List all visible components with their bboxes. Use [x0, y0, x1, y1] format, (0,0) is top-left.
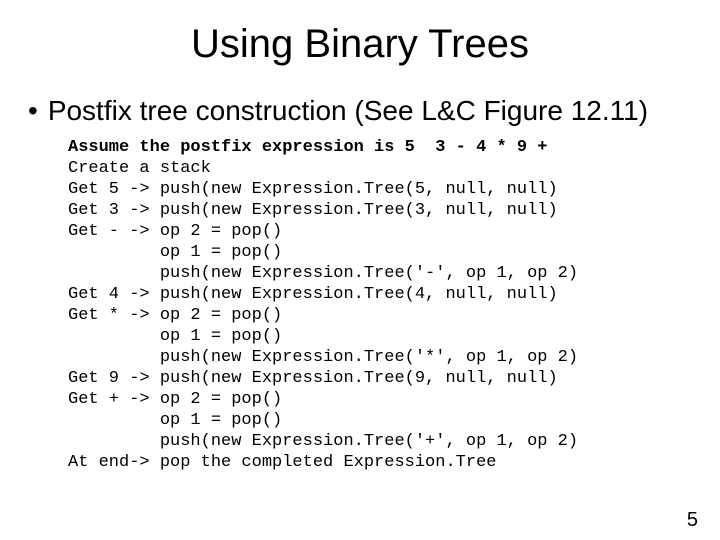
code-line: Get 9 -> push(new Expression.Tree(9, nul…: [68, 369, 558, 388]
code-line: op 1 = pop(): [68, 243, 282, 262]
bullet-text: Postfix tree construction (See L&C Figur…: [48, 95, 648, 127]
code-line: Get * -> op 2 = pop(): [68, 306, 282, 325]
code-block: Assume the postfix expression is 5 3 - 4…: [0, 137, 720, 473]
code-line: op 1 = pop(): [68, 411, 282, 430]
code-line: push(new Expression.Tree('*', op 1, op 2…: [68, 348, 578, 367]
assume-expression: 5 3 - 4 * 9 +: [405, 138, 548, 157]
slide: Using Binary Trees • Postfix tree constr…: [0, 22, 720, 540]
code-line: Create a stack: [68, 159, 211, 178]
code-line: Get 3 -> push(new Expression.Tree(3, nul…: [68, 201, 558, 220]
slide-title: Using Binary Trees: [0, 22, 720, 67]
code-line: push(new Expression.Tree('-', op 1, op 2…: [68, 264, 578, 283]
bullet-item: • Postfix tree construction (See L&C Fig…: [0, 95, 720, 127]
code-line: At end-> pop the completed Expression.Tr…: [68, 453, 496, 472]
code-line: push(new Expression.Tree('+', op 1, op 2…: [68, 432, 578, 451]
bullet-dot: •: [28, 97, 38, 125]
page-number: 5: [687, 509, 698, 532]
code-line: Get + -> op 2 = pop(): [68, 390, 282, 409]
code-line: Get 4 -> push(new Expression.Tree(4, nul…: [68, 285, 558, 304]
assume-prefix: Assume the postfix expression is: [68, 138, 405, 157]
code-line: Get 5 -> push(new Expression.Tree(5, nul…: [68, 180, 558, 199]
code-line: op 1 = pop(): [68, 327, 282, 346]
code-line: Get - -> op 2 = pop(): [68, 222, 282, 241]
